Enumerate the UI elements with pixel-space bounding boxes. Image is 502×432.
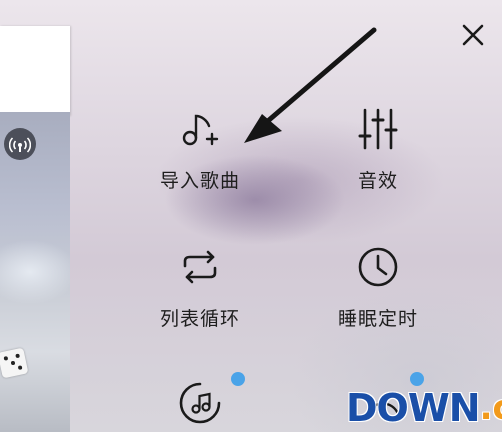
- menu-item-music-disc[interactable]: [130, 380, 270, 426]
- clock-icon: [358, 247, 398, 287]
- menu-item-sleep-timer[interactable]: 睡眠定时: [308, 244, 448, 331]
- close-button[interactable]: [458, 20, 488, 50]
- background-photo: [0, 112, 70, 432]
- background-card: [0, 26, 70, 116]
- close-icon: [462, 24, 484, 46]
- menu-item-import-songs[interactable]: 导入歌曲: [130, 106, 270, 193]
- music-disc-icon: [179, 382, 221, 424]
- watermark-main-text: DOWN: [346, 386, 481, 430]
- menu-item-sound-effects[interactable]: 音效: [308, 106, 448, 193]
- dice-icon[interactable]: [0, 347, 29, 379]
- menu-item-label: 列表循环: [159, 308, 240, 330]
- repeat-icon: [183, 250, 217, 284]
- notification-dot: [410, 372, 424, 386]
- menu-item-label: 音效: [357, 170, 398, 192]
- music-note-add-icon: [182, 114, 219, 146]
- music-menu-screen: 导入歌曲 音效 列表循环 睡眠定时 DOWN .: [0, 0, 502, 432]
- watermark-domain-text: .cc: [479, 388, 502, 428]
- watermark-logo: DOWN .cc: [346, 388, 502, 428]
- menu-item-label: 睡眠定时: [337, 308, 418, 330]
- menu-item-list-loop[interactable]: 列表循环: [130, 244, 270, 331]
- equalizer-icon: [358, 108, 398, 150]
- hotspot-icon[interactable]: [4, 128, 36, 160]
- notification-dot: [231, 372, 245, 386]
- menu-item-label: 导入歌曲: [159, 170, 240, 192]
- annotation-arrow: [244, 27, 377, 143]
